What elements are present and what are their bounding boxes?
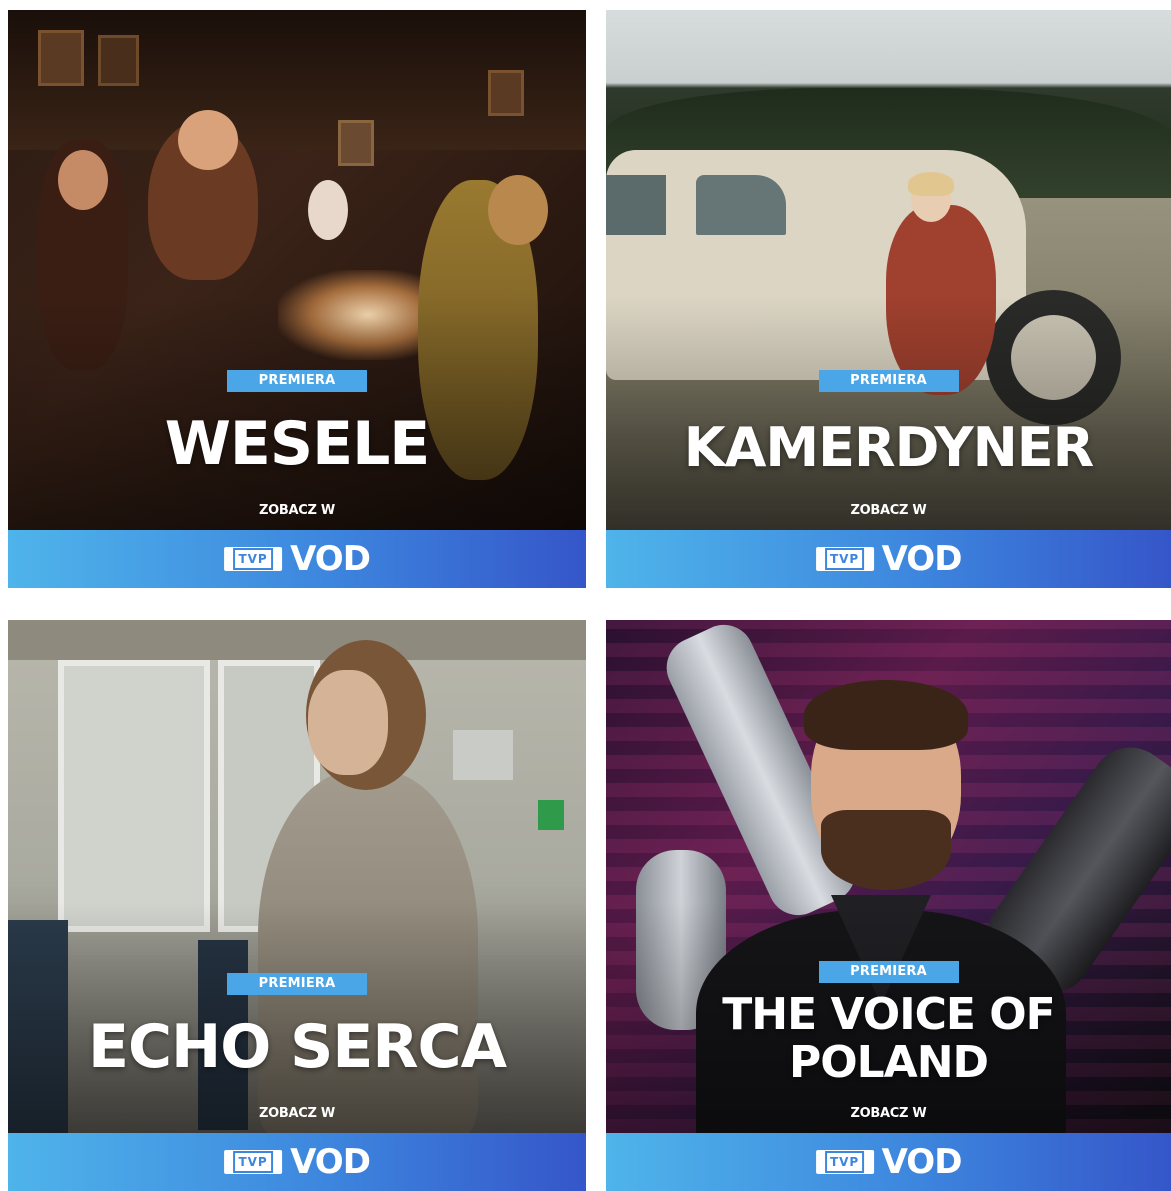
watch-on-label: ZOBACZ W [850,1106,927,1121]
vod-logo: VOD [881,539,963,579]
promo-tile-wesele[interactable]: PREMIERA WESELE ZOBACZ W TVP VOD [8,10,586,588]
tvp-logo: TVP [224,1150,283,1174]
watch-on-label: ZOBACZ W [259,503,335,518]
tile-shade [606,296,1171,530]
tvp-vod-brand-bar[interactable]: TVP VOD [606,1133,1171,1191]
premiere-badge: PREMIERA [227,973,367,995]
tvp-logo: TVP [815,1150,874,1174]
tile-title: WESELE [164,409,431,479]
promo-tile-echo-serca[interactable]: PREMIERA ECHO SERCA ZOBACZ W TVP VOD [8,620,586,1191]
premiere-badge: PREMIERA [818,370,959,392]
tvp-vod-brand-bar[interactable]: TVP VOD [8,530,586,588]
tvp-logo-text: TVP [824,1151,865,1173]
promo-tile-the-voice-of-poland[interactable]: PREMIERA THE VOICE OF POLAND ZOBACZ W TV… [606,620,1171,1191]
tile-title: KAMERDYNER [683,416,1095,479]
premiere-badge: PREMIERA [227,370,367,392]
tvp-vod-brand-bar[interactable]: TVP VOD [8,1133,586,1191]
vod-logo: VOD [881,1142,963,1182]
tvp-vod-brand-bar[interactable]: TVP VOD [606,530,1171,588]
vod-logo: VOD [290,1142,371,1182]
tvp-logo: TVP [815,547,874,571]
watch-on-label: ZOBACZ W [850,503,927,518]
tvp-logo-text: TVP [824,548,865,570]
vod-logo: VOD [290,539,371,579]
tile-title: THE VOICE OF POLAND [722,989,1055,1088]
watch-on-label: ZOBACZ W [259,1106,335,1121]
tvp-logo-text: TVP [233,548,273,570]
tile-title: ECHO SERCA [88,1012,507,1082]
promo-tile-kamerdyner[interactable]: PREMIERA KAMERDYNER ZOBACZ W TVP VOD [606,10,1171,588]
tvp-logo: TVP [224,547,283,571]
tvp-logo-text: TVP [233,1151,273,1173]
premiere-badge: PREMIERA [818,961,959,983]
